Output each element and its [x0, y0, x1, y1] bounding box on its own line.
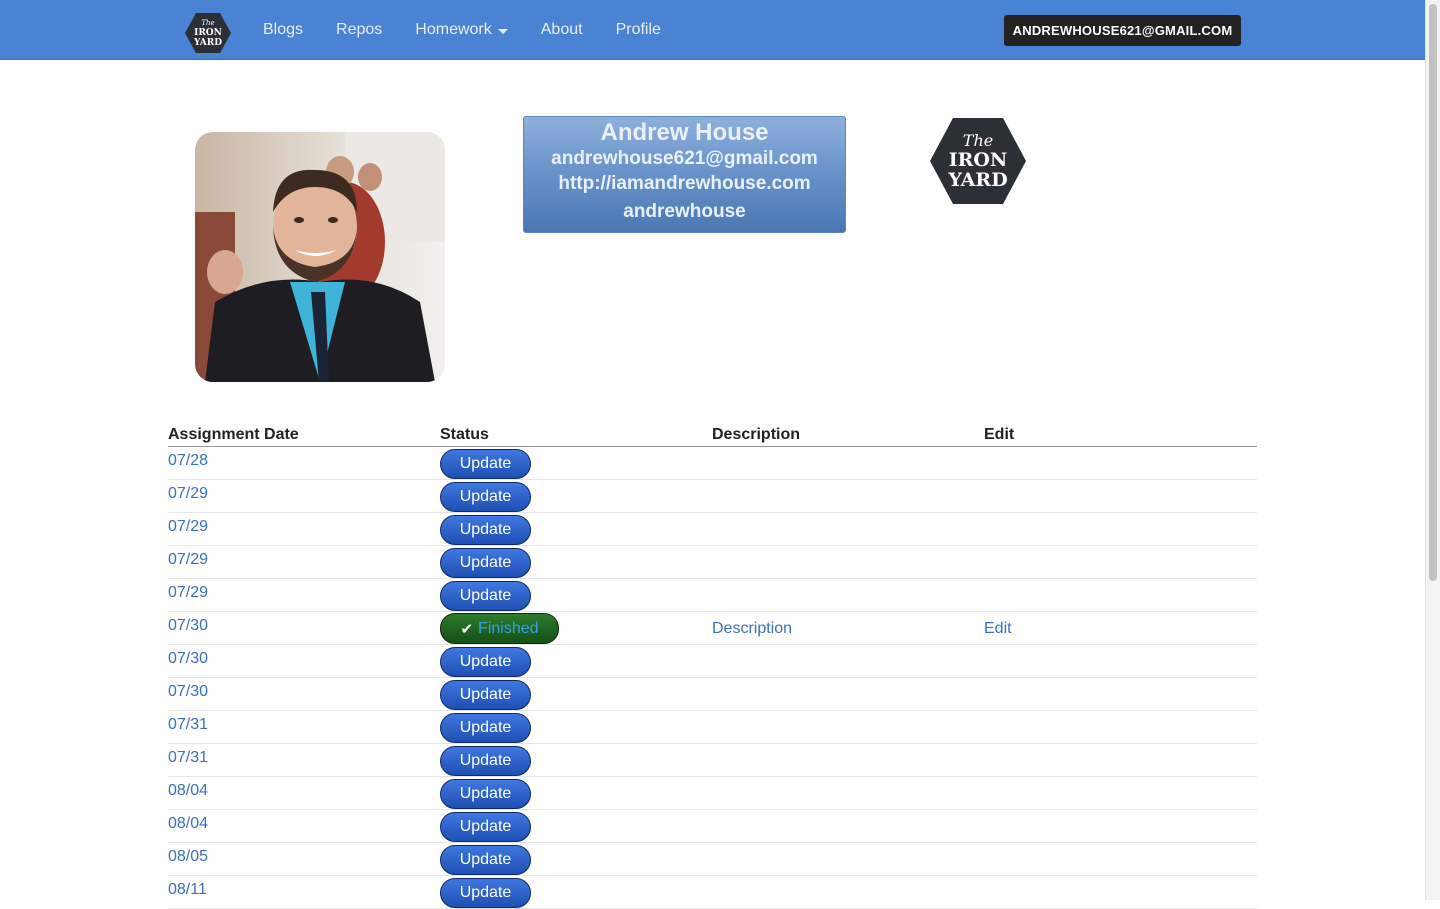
page-scrollbar[interactable]: [1425, 0, 1440, 900]
logo-text-the: The: [963, 131, 993, 150]
assignment-date-link[interactable]: 08/04: [168, 777, 440, 809]
logo-text-yard: YARD: [193, 38, 222, 48]
nav-link-label: About: [540, 21, 583, 38]
header-description: Description: [712, 426, 801, 443]
header-edit: Edit: [984, 426, 1015, 443]
update-button[interactable]: Update: [440, 746, 531, 776]
logo-text-yard: YARD: [947, 169, 1007, 191]
nav-link-label: Homework: [415, 21, 492, 38]
table-row: 07/31 Update: [168, 711, 1257, 744]
update-button[interactable]: Update: [440, 779, 531, 809]
profile-website: http://iamandrewhouse.com: [558, 173, 811, 194]
update-button[interactable]: Update: [440, 812, 531, 842]
header-assignment-date: Assignment Date: [168, 426, 299, 443]
description-link[interactable]: Description: [712, 620, 792, 638]
edit-link[interactable]: Edit: [984, 620, 1012, 638]
update-button[interactable]: Update: [440, 449, 531, 479]
logo-text-iron: IRON: [194, 28, 222, 38]
profile-email: andrewhouse621@gmail.com: [551, 148, 818, 169]
table-row: 07/30 ✔ Finished Description Edit: [168, 612, 1257, 645]
assignment-date-link[interactable]: 07/28: [168, 447, 440, 479]
logo-text-the: The: [201, 19, 214, 27]
scrollbar-thumb[interactable]: [1429, 4, 1437, 581]
update-button[interactable]: Update: [440, 515, 531, 545]
table-row: 07/29 Update: [168, 480, 1257, 513]
table-body: 07/28 Update 07/29 Update 07/29 Update 07/29 Up…: [168, 447, 1257, 909]
nav-link-label: Blogs: [263, 21, 304, 38]
table-row: 08/05 Update: [168, 843, 1257, 876]
assignment-date-link[interactable]: 07/29: [168, 546, 440, 578]
table-row: 08/04 Update: [168, 810, 1257, 843]
caret-down-icon: [497, 28, 508, 34]
update-button[interactable]: Update: [440, 647, 531, 677]
logo-text-iron: IRON: [949, 149, 1008, 171]
iron-yard-logo-icon[interactable]: The IRON YARD: [184, 12, 232, 54]
assignment-date-link[interactable]: 07/31: [168, 711, 440, 743]
profile-avatar: [195, 132, 445, 382]
assignment-date-link[interactable]: 07/29: [168, 480, 440, 512]
update-button[interactable]: Update: [440, 548, 531, 578]
assignment-date-link[interactable]: 08/04: [168, 810, 440, 842]
table-row: 07/30 Update: [168, 645, 1257, 678]
table-row: 07/30 Update: [168, 678, 1257, 711]
top-navbar: The IRON YARD Blogs Repos Homework About…: [0, 0, 1425, 60]
profile-username: andrewhouse: [623, 201, 746, 222]
update-button[interactable]: Update: [440, 581, 531, 611]
table-header-row: Assignment Date Status Description Edit: [168, 424, 1257, 447]
profile-name: Andrew House: [600, 119, 769, 146]
nav-link-label: Profile: [615, 21, 661, 38]
nav-links: Blogs Repos Homework About Profile: [263, 0, 694, 60]
table-row: 07/28 Update: [168, 447, 1257, 480]
nav-link-homework[interactable]: Homework: [415, 21, 508, 39]
finished-label: Finished: [478, 619, 539, 637]
user-account-button[interactable]: ANDREWHOUSE621@GMAIL.COM: [1004, 15, 1241, 46]
table-row: 08/11 Update: [168, 876, 1257, 909]
assignment-date-link[interactable]: 08/05: [168, 843, 440, 875]
table-row: 08/04 Update: [168, 777, 1257, 810]
assignment-date-link[interactable]: 07/29: [168, 513, 440, 545]
nav-link-blogs[interactable]: Blogs: [263, 21, 303, 39]
table-row: 07/31 Update: [168, 744, 1257, 777]
header-status: Status: [440, 426, 489, 443]
update-button[interactable]: Update: [440, 878, 531, 908]
homework-table: Assignment Date Status Description Edit …: [168, 424, 1257, 909]
table-row: 07/29 Update: [168, 579, 1257, 612]
update-button[interactable]: Update: [440, 680, 531, 710]
nav-link-profile[interactable]: Profile: [616, 21, 661, 39]
assignment-date-link[interactable]: 08/11: [168, 876, 440, 908]
update-button[interactable]: Update: [440, 713, 531, 743]
update-button[interactable]: Update: [440, 482, 531, 512]
profile-info-card: Andrew House andrewhouse621@gmail.com ht…: [523, 116, 846, 233]
nav-link-about[interactable]: About: [541, 21, 583, 39]
assignment-date-link[interactable]: 07/31: [168, 744, 440, 776]
nav-link-label: Repos: [336, 21, 383, 38]
update-button[interactable]: Update: [440, 845, 531, 875]
assignment-date-link[interactable]: 07/30: [168, 645, 440, 677]
assignment-date-link[interactable]: 07/29: [168, 579, 440, 611]
assignment-date-link[interactable]: 07/30: [168, 678, 440, 710]
iron-yard-logo-icon: The IRON YARD: [930, 118, 1026, 204]
table-row: 07/29 Update: [168, 513, 1257, 546]
assignment-date-link[interactable]: 07/30: [168, 612, 440, 644]
table-row: 07/29 Update: [168, 546, 1257, 579]
nav-link-repos[interactable]: Repos: [336, 21, 382, 39]
finished-button[interactable]: ✔ Finished: [440, 613, 559, 644]
check-icon: ✔: [460, 620, 474, 638]
